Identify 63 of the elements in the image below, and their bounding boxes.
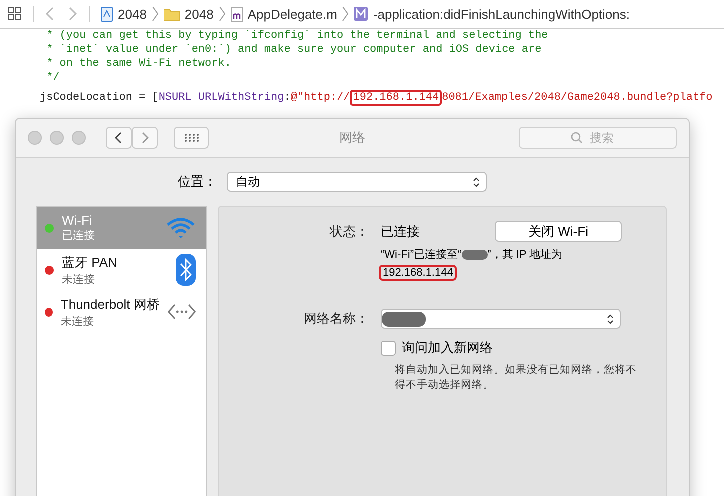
minimize-button[interactable] [50,131,64,145]
code-text: * (you can get this by typing `ifconfig` into the terminal and selecting the [46,30,548,42]
code-text: */ [46,72,60,84]
folder-icon [164,8,180,20]
redaction-mark [462,250,488,260]
bridge-icon [168,303,196,321]
ask-join-label: 询问加入新网络 [402,339,493,357]
highlighted-ip: 192.168.1.144 [379,265,458,281]
info-text: “Wi-Fi”已连接至“ [381,248,462,262]
service-name: 蓝牙 PAN [62,254,118,272]
back-icon[interactable] [45,7,55,21]
status-value: 已连接 [381,222,421,240]
search-field[interactable]: 搜索 [519,127,677,149]
back-button[interactable] [106,127,132,149]
search-icon [571,132,583,144]
code-text: * `inet` value under `en0:`) and make sure your computer and iOS device are [46,44,542,56]
code-text: NSURL URLWithString [158,92,284,104]
bluetooth-icon [176,254,196,286]
redaction-mark [382,312,426,326]
status-label: 状态： [328,222,369,240]
breadcrumb-item[interactable]: 2048 [184,6,214,22]
updown-arrows-icon [473,176,480,188]
service-status: 未连接 [62,272,96,286]
code-text: * on the same Wi-Fi network. [46,58,232,70]
service-name: Thunderbolt 网桥 [60,296,160,314]
close-button[interactable] [28,131,42,145]
show-all-button[interactable] [174,127,209,149]
breadcrumb-item[interactable]: -application:didFinishLaunchingWithOptions: [373,6,630,22]
location-label: 位置： [178,173,217,191]
code-text: : [284,92,291,104]
highlighted-ip: 192.168.1.144 [350,90,442,106]
code-text: 8081/Examples/2048/Game2048.bundle?platfo [442,92,713,104]
code-text: jsCodeLocation = [ [40,92,159,104]
service-item[interactable]: 蓝牙 PAN 未连接 [37,249,206,291]
file-icon [230,6,243,22]
window-title: 网络 [340,129,366,147]
breadcrumb-item[interactable]: 2048 [118,6,147,22]
forward-icon[interactable] [68,7,78,21]
document-icon [101,6,113,22]
network-name-label: 网络名称： [303,310,369,328]
dot-grid-icon [184,133,200,143]
info-text: ”，其 IP 地址为 [488,248,563,262]
breadcrumb-item[interactable]: AppDelegate.m [248,6,338,22]
ask-join-checkbox[interactable] [381,340,396,356]
chevron-right-icon [141,132,149,144]
code-text: @"http:// [290,92,350,104]
chevron-icon [342,6,350,22]
service-name: Wi-Fi [62,213,94,228]
updown-arrows-icon [607,314,614,324]
service-status: 未连接 [60,314,95,328]
chevron-icon [218,6,226,22]
chevron-left-icon [115,132,123,144]
method-icon [354,7,368,21]
network-name-dropdown[interactable] [381,309,621,329]
grid-icon[interactable] [8,7,22,21]
wifi-icon [166,217,196,239]
hint-text: 将自动加入已知网络。如果没有已知网络，您将不得不手动选择网络。 [395,363,638,393]
chevron-icon [152,6,159,22]
service-status: 已连接 [62,228,96,243]
zoom-button[interactable] [72,131,86,145]
turn-off-wifi-button[interactable]: 关闭 Wi-Fi [495,221,622,242]
location-dropdown[interactable]: 自动 [227,172,487,192]
service-item[interactable]: Thunderbolt 网桥 未连接 [37,291,206,333]
